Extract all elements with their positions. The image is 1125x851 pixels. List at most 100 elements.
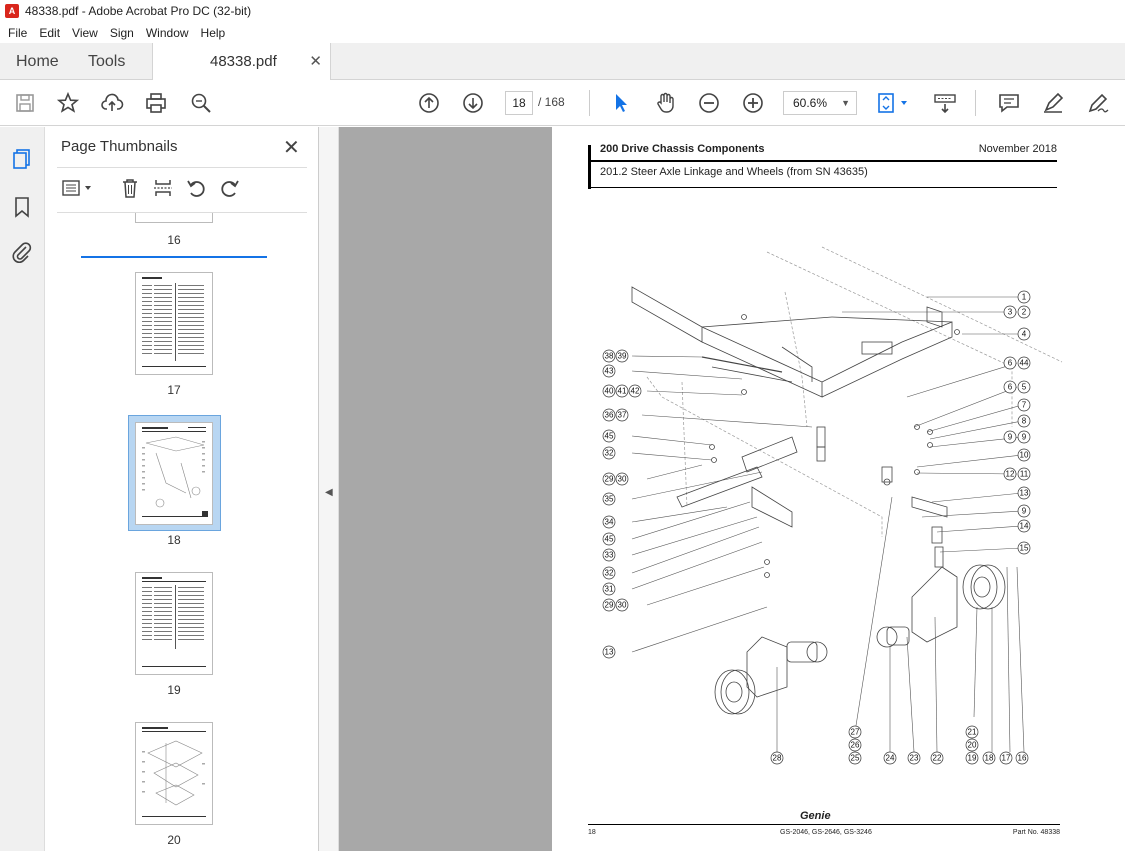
callout-label: 2 <box>1022 308 1027 317</box>
callout-label: 35 <box>605 495 614 504</box>
thumbnail-label: 16 <box>167 233 181 247</box>
tab-bar: Home Tools 48338.pdf ✕ <box>0 43 1125 81</box>
rotate-right-icon[interactable] <box>219 177 243 201</box>
menu-sign[interactable]: Sign <box>104 26 140 40</box>
panel-title: Page Thumbnails <box>61 138 178 155</box>
window-title: 48338.pdf - Adobe Acrobat Pro DC (32-bit… <box>25 4 252 18</box>
callout-label: 6 <box>1008 383 1013 392</box>
callout-label: 11 <box>1020 470 1029 479</box>
attachment-icon[interactable] <box>10 240 34 264</box>
callout-label: 16 <box>1018 754 1027 763</box>
panel-collapse-handle[interactable]: ◀ <box>319 127 339 851</box>
callout-label: 19 <box>968 754 977 763</box>
sign-pen-icon[interactable] <box>1085 90 1111 116</box>
divider <box>57 167 307 168</box>
thumbnails-panel: Page Thumbnails ✕ 16 17 18 19 20 <box>45 127 359 851</box>
menu-edit[interactable]: Edit <box>33 26 66 40</box>
thumbnail-label: 17 <box>167 383 181 397</box>
callout-label: 17 <box>1002 754 1011 763</box>
keyboard-scroll-icon[interactable] <box>932 90 958 116</box>
extract-page-icon[interactable] <box>152 177 176 201</box>
callout-label: 18 <box>985 754 994 763</box>
callout-label: 3 <box>1008 308 1013 317</box>
callout-label: 13 <box>1020 489 1029 498</box>
thumbnail-page-17[interactable] <box>135 272 213 375</box>
thumbnails-list: 16 17 18 19 20 <box>45 213 303 851</box>
callout-label: 40 <box>605 387 614 396</box>
rotate-left-icon[interactable] <box>185 177 209 201</box>
thumbnail-page-19[interactable] <box>135 572 213 675</box>
callout-label: 10 <box>1020 451 1029 460</box>
callout-label: 30 <box>618 601 627 610</box>
callout-label: 27 <box>851 728 860 737</box>
callout-label: 23 <box>910 754 919 763</box>
callout-label: 8 <box>1022 417 1027 426</box>
callout-label: 32 <box>605 569 614 578</box>
close-tab-icon[interactable]: ✕ <box>309 52 322 70</box>
options-menu-icon[interactable] <box>61 177 95 201</box>
footer-part-number: Part No. 48338 <box>1012 829 1060 836</box>
genie-logo: Genie <box>800 810 831 822</box>
close-icon[interactable]: ✕ <box>283 135 300 160</box>
drop-indicator <box>81 256 267 258</box>
callout-label: 9 <box>1022 433 1027 442</box>
hand-tool-icon[interactable] <box>652 90 678 116</box>
bookmark-icon[interactable] <box>10 195 34 219</box>
page-number-input[interactable]: 18 <box>505 91 533 115</box>
callout-label: 22 <box>933 754 942 763</box>
thumbnail-page-16[interactable] <box>135 213 213 223</box>
zoom-out-icon[interactable] <box>696 90 722 116</box>
tab-home[interactable]: Home <box>16 43 59 80</box>
toolbar: 18 / 168 60.6% ▼ <box>0 80 1125 126</box>
highlight-pen-icon[interactable] <box>1040 90 1066 116</box>
callout-label: 33 <box>605 551 614 560</box>
save-icon[interactable] <box>12 90 38 116</box>
menu-file[interactable]: File <box>2 26 33 40</box>
callout-label: 29 <box>605 475 614 484</box>
comment-icon[interactable] <box>996 90 1022 116</box>
callout-label: 38 <box>605 352 614 361</box>
next-page-icon[interactable] <box>460 90 486 116</box>
zoom-level-select[interactable]: 60.6% ▼ <box>783 91 857 115</box>
exploded-parts-diagram: 1 3 2 4 6 44 6 5 7 8 9 9 10 12 11 13 9 1… <box>602 246 1063 765</box>
acrobat-icon: A <box>5 4 19 18</box>
tab-document-label: 48338.pdf <box>210 53 277 70</box>
callout-label: 29 <box>605 601 614 610</box>
callout-label: 14 <box>1020 522 1029 531</box>
menu-window[interactable]: Window <box>140 26 195 40</box>
footer-rule <box>588 824 1060 825</box>
callout-label: 26 <box>851 741 860 750</box>
callout-label: 6 <box>1008 359 1013 368</box>
callout-label: 9 <box>1022 507 1027 516</box>
bookmark-star-icon[interactable] <box>55 90 81 116</box>
callout-label: 36 <box>605 411 614 420</box>
menu-help[interactable]: Help <box>195 26 232 40</box>
zoom-in-icon[interactable] <box>740 90 766 116</box>
callout-label: 20 <box>968 741 977 750</box>
previous-page-icon[interactable] <box>416 90 442 116</box>
thumbnail-page-18[interactable] <box>135 422 213 525</box>
upload-cloud-icon[interactable] <box>99 90 125 116</box>
callout-label: 4 <box>1022 330 1027 339</box>
callout-label: 34 <box>605 518 614 527</box>
callout-label: 9 <box>1008 433 1013 442</box>
print-icon[interactable] <box>143 90 169 116</box>
search-zoom-icon[interactable] <box>188 90 214 116</box>
zoom-level-value: 60.6% <box>793 96 828 110</box>
fit-page-icon[interactable] <box>875 90 915 116</box>
callout-label: 12 <box>1006 470 1015 479</box>
page-thumbnails-icon[interactable] <box>10 147 34 171</box>
callout-label: 42 <box>631 387 640 396</box>
callout-label: 37 <box>618 411 627 420</box>
tab-document[interactable]: 48338.pdf ✕ <box>152 43 331 81</box>
menu-view[interactable]: View <box>66 26 104 40</box>
toolbar-divider <box>589 90 590 116</box>
document-view[interactable]: 200 Drive Chassis Components November 20… <box>339 127 1125 851</box>
chevron-left-icon: ◀ <box>325 487 333 498</box>
delete-icon[interactable] <box>119 177 143 201</box>
select-cursor-icon[interactable] <box>608 90 634 116</box>
callout-label: 21 <box>968 728 977 737</box>
tab-tools[interactable]: Tools <box>88 43 125 80</box>
callout-label: 39 <box>618 352 627 361</box>
thumbnail-page-20[interactable] <box>135 722 213 825</box>
